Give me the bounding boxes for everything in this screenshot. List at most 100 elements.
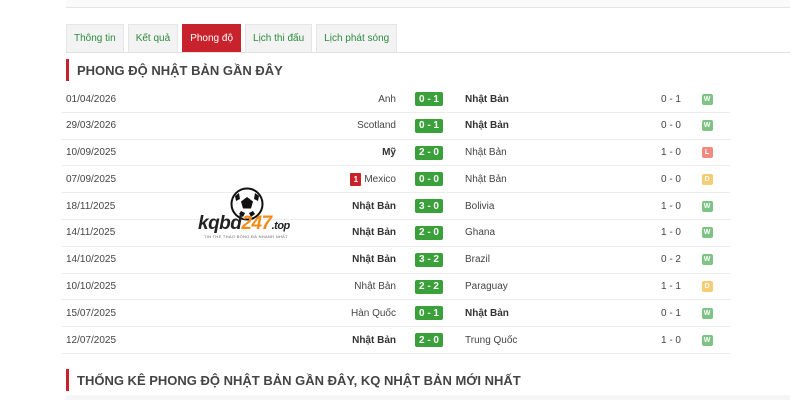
result-cell: W (700, 220, 714, 246)
match-row[interactable]: 15/07/2025 Hàn Quốc 0 - 1 Nhật Bản 0 - 1… (62, 300, 730, 328)
result-badge: D (701, 173, 713, 185)
match-row[interactable]: 18/11/2025 Nhật Bản 3 - 0 Bolivia 1 - 0 … (62, 193, 730, 220)
match-date: 01/04/2026 (66, 93, 117, 105)
away-team[interactable]: Nhật Bản (465, 174, 507, 185)
home-team-cell: Nhật Bản (196, 327, 396, 353)
top-bar (66, 0, 790, 8)
result-cell: W (700, 193, 714, 219)
score-badge[interactable]: 0 - 1 (415, 306, 443, 321)
home-team-cell: Nhật Bản (196, 247, 396, 273)
match-date: 10/09/2025 (66, 147, 117, 159)
match-date: 14/11/2025 (66, 227, 116, 239)
match-row[interactable]: 12/07/2025 Nhật Bản 2 - 0 Trung Quốc 1 -… (62, 327, 730, 354)
away-team[interactable]: Nhật Bản (465, 120, 509, 131)
score-cell: 3 - 0 (415, 193, 443, 219)
score-badge[interactable]: 0 - 0 (415, 172, 443, 187)
home-team[interactable]: Nhật Bản (354, 281, 396, 292)
score-cell: 2 - 0 (415, 327, 443, 353)
home-team-cell: Mỹ (196, 140, 396, 166)
score-cell: 0 - 1 (415, 86, 443, 112)
result-cell: W (700, 300, 714, 326)
halftime-score: 0 - 1 (660, 307, 681, 319)
tab-info[interactable]: Thông tin (66, 24, 124, 52)
home-team[interactable]: Scotland (357, 120, 396, 131)
result-cell: W (700, 86, 714, 112)
home-team-cell: Nhật Bản (196, 274, 396, 300)
result-badge: L (701, 147, 713, 159)
bottom-strip (66, 395, 790, 400)
home-team[interactable]: Hàn Quốc (351, 308, 396, 319)
match-date: 14/10/2025 (66, 254, 117, 266)
match-row[interactable]: 10/10/2025 Nhật Bản 2 - 2 Paraguay 1 - 1… (62, 274, 730, 301)
match-row[interactable]: 29/03/2026 Scotland 0 - 1 Nhật Bản 0 - 0… (62, 113, 730, 140)
away-team[interactable]: Brazil (465, 254, 490, 265)
match-list: 01/04/2026 Anh 0 - 1 Nhật Bản 0 - 1 W 29… (62, 86, 730, 354)
match-row[interactable]: 10/09/2025 Mỹ 2 - 0 Nhật Bản 1 - 0 L (62, 140, 730, 167)
score-cell: 2 - 0 (415, 220, 443, 246)
watermark-logo: kqbd247.top TIN THỂ THAO BÓNG ĐÁ NHANH N… (192, 185, 300, 241)
score-badge[interactable]: 2 - 0 (415, 145, 443, 160)
away-team[interactable]: Paraguay (465, 281, 508, 292)
result-badge: W (701, 307, 713, 319)
away-team[interactable]: Bolivia (465, 201, 494, 212)
away-team-cell: Nhật Bản (465, 300, 615, 326)
result-badge: W (701, 227, 713, 239)
match-row[interactable]: 07/09/2025 1 Mexico 0 - 0 Nhật Bản 0 - 0… (62, 166, 730, 194)
match-date: 18/11/2025 (66, 200, 116, 212)
score-cell: 0 - 1 (415, 113, 443, 139)
result-cell: W (700, 113, 714, 139)
section-title: PHONG ĐỘ NHẬT BẢN GẦN ĐÂY (66, 59, 283, 81)
away-team-cell: Brazil (465, 247, 615, 273)
tab-results[interactable]: Kết quả (127, 24, 179, 52)
away-team-cell: Ghana (465, 220, 615, 246)
score-cell: 2 - 0 (415, 140, 443, 166)
match-date: 12/07/2025 (66, 334, 117, 346)
score-cell: 0 - 1 (415, 300, 443, 326)
match-row[interactable]: 01/04/2026 Anh 0 - 1 Nhật Bản 0 - 1 W (62, 86, 730, 113)
score-badge[interactable]: 0 - 1 (415, 92, 443, 106)
tab-broadcast[interactable]: Lịch phát sóng (316, 24, 398, 52)
tab-divider (66, 52, 790, 53)
home-team-cell: Anh (196, 86, 396, 112)
away-team[interactable]: Nhật Bản (465, 94, 509, 105)
red-card-icon: 1 (350, 172, 362, 186)
score-cell: 2 - 2 (415, 274, 443, 300)
halftime-score: 1 - 0 (660, 200, 681, 212)
result-cell: L (700, 140, 714, 166)
tab-form[interactable]: Phong độ (182, 24, 242, 52)
home-team[interactable]: Nhật Bản (352, 335, 396, 346)
match-date: 07/09/2025 (66, 173, 117, 185)
score-badge[interactable]: 0 - 1 (415, 118, 443, 133)
result-badge: W (701, 334, 713, 346)
home-team[interactable]: Mexico (364, 174, 396, 185)
away-team[interactable]: Trung Quốc (465, 335, 517, 346)
away-team-cell: Paraguay (465, 274, 615, 300)
home-team[interactable]: Anh (378, 94, 396, 105)
result-cell: D (700, 274, 714, 300)
result-cell: W (700, 327, 714, 353)
score-badge[interactable]: 2 - 2 (415, 279, 443, 294)
tab-schedule[interactable]: Lịch thi đấu (245, 24, 313, 52)
halftime-score: 1 - 0 (660, 334, 681, 346)
result-cell: D (700, 166, 714, 192)
score-badge[interactable]: 3 - 2 (415, 252, 443, 267)
match-row[interactable]: 14/10/2025 Nhật Bản 3 - 2 Brazil 0 - 2 W (62, 247, 730, 274)
home-team[interactable]: Nhật Bản (352, 254, 396, 265)
section-title-stats: THỐNG KÊ PHONG ĐỘ NHẬT BẢN GẦN ĐÂY, KQ N… (66, 369, 521, 391)
score-badge[interactable]: 3 - 0 (415, 199, 443, 214)
home-team[interactable]: Mỹ (382, 147, 396, 158)
match-row[interactable]: 14/11/2025 Nhật Bản 2 - 0 Ghana 1 - 0 W (62, 220, 730, 247)
away-team-cell: Nhật Bản (465, 140, 615, 166)
away-team-cell: Trung Quốc (465, 327, 615, 353)
score-cell: 0 - 0 (415, 166, 443, 192)
away-team[interactable]: Nhật Bản (465, 308, 509, 319)
away-team-cell: Nhật Bản (465, 86, 615, 112)
home-team[interactable]: Nhật Bản (352, 201, 396, 212)
away-team[interactable]: Ghana (465, 227, 495, 238)
halftime-score: 0 - 0 (660, 120, 681, 132)
home-team[interactable]: Nhật Bản (352, 227, 396, 238)
score-badge[interactable]: 2 - 0 (415, 333, 443, 348)
score-badge[interactable]: 2 - 0 (415, 225, 443, 240)
away-team[interactable]: Nhật Bản (465, 147, 507, 158)
logo-tagline: TIN THỂ THAO BÓNG ĐÁ NHANH NHẤT (204, 234, 288, 239)
